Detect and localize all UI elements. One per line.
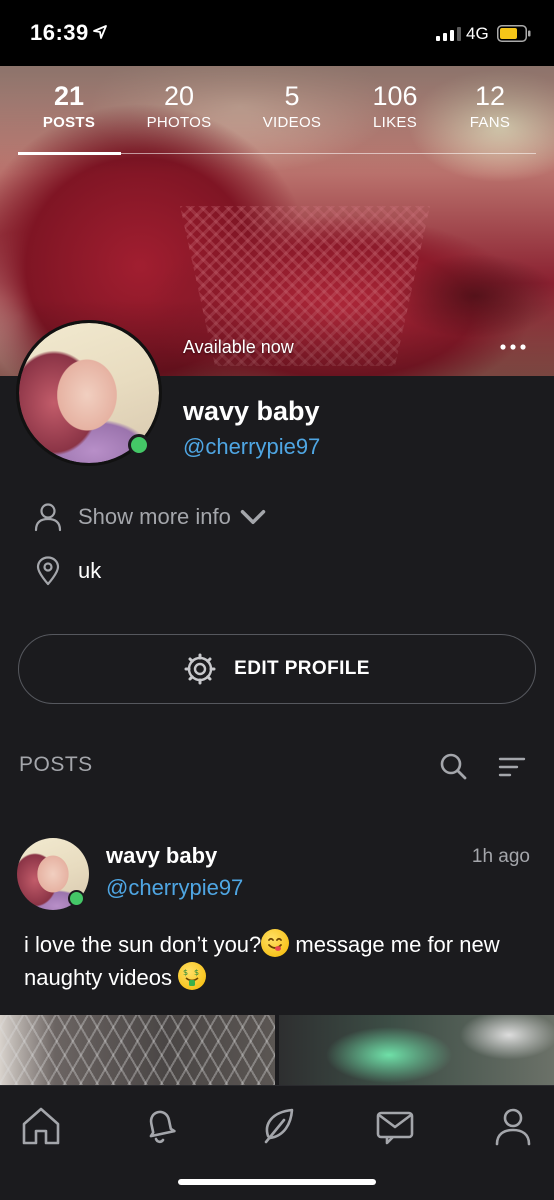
signal-icon xyxy=(436,27,461,41)
stat-value: 5 xyxy=(284,81,300,111)
profile-stats: 21 POSTS 20 PHOTOS 5 VIDEOS 106 LIKES 12… xyxy=(0,80,554,150)
stat-label: POSTS xyxy=(42,114,96,131)
profile-icon xyxy=(495,1108,531,1146)
stat-value: 21 xyxy=(53,81,85,111)
stat-value: 12 xyxy=(474,81,506,111)
online-indicator xyxy=(128,434,150,456)
yum-emoji-icon xyxy=(261,929,290,957)
post-author-handle[interactable]: @cherrypie97 xyxy=(106,875,243,901)
stats-active-indicator xyxy=(18,152,121,155)
battery-icon xyxy=(497,25,531,42)
chevron-down-icon xyxy=(240,510,266,524)
svg-text:$: $ xyxy=(194,968,199,977)
sort-filter-icon[interactable] xyxy=(498,755,526,779)
status-time: 16:39 xyxy=(30,20,89,45)
svg-text:$: $ xyxy=(183,968,188,977)
edit-profile-button[interactable]: EDIT PROFILE xyxy=(18,634,536,704)
location-row: uk xyxy=(34,556,101,586)
post-text: i love the sun don’t you? message me for… xyxy=(24,928,534,994)
post-author-name[interactable]: wavy baby xyxy=(106,843,217,869)
post-author-online-indicator xyxy=(68,890,85,907)
status-bar: 16:39 4G xyxy=(0,0,554,66)
location-arrow-icon xyxy=(93,25,107,39)
money-mouth-emoji-icon: $ $ xyxy=(178,962,207,990)
stat-videos[interactable]: 5 VIDEOS xyxy=(240,80,344,134)
stat-label: LIKES xyxy=(372,114,418,131)
stat-label: PHOTOS xyxy=(146,114,212,131)
show-more-info-label: Show more info xyxy=(78,504,231,529)
profile-handle[interactable]: @cherrypie97 xyxy=(183,434,320,460)
stat-label: VIDEOS xyxy=(262,114,322,131)
stat-likes[interactable]: 106 LIKES xyxy=(343,80,447,134)
post-media[interactable] xyxy=(0,1015,554,1085)
tab-home[interactable] xyxy=(19,1104,63,1148)
home-indicator[interactable] xyxy=(178,1179,376,1185)
gear-icon xyxy=(184,653,216,685)
stat-fans[interactable]: 12 FANS xyxy=(438,80,542,134)
post-text-part: i love the sun don’t you? xyxy=(24,932,262,957)
edit-profile-label: EDIT PROFILE xyxy=(234,658,370,679)
stat-label: FANS xyxy=(469,114,511,131)
search-icon[interactable] xyxy=(439,752,467,780)
location-text: uk xyxy=(78,558,102,583)
availability-status: Available now xyxy=(183,337,294,357)
feather-icon xyxy=(264,1108,294,1144)
tab-create[interactable] xyxy=(256,1104,300,1148)
stat-posts[interactable]: 21 POSTS xyxy=(17,80,121,134)
location-pin-icon xyxy=(36,556,60,586)
post-media-image[interactable] xyxy=(279,1015,554,1085)
display-name: wavy baby xyxy=(183,396,320,426)
stat-value: 106 xyxy=(372,81,418,111)
stat-value: 20 xyxy=(163,81,195,111)
tab-notifications[interactable] xyxy=(138,1104,182,1148)
post-timestamp: 1h ago xyxy=(471,846,530,867)
stat-photos[interactable]: 20 PHOTOS xyxy=(127,80,231,134)
post-media-image[interactable] xyxy=(0,1015,275,1085)
user-icon xyxy=(34,503,62,532)
network-type: 4G xyxy=(466,24,489,43)
tab-profile[interactable] xyxy=(491,1104,535,1148)
home-icon xyxy=(22,1107,60,1145)
message-icon xyxy=(376,1111,414,1145)
posts-section-title: POSTS xyxy=(19,753,93,776)
more-options-icon[interactable] xyxy=(500,344,526,350)
tab-messages[interactable] xyxy=(373,1104,417,1148)
bell-icon xyxy=(149,1110,176,1144)
show-more-info[interactable]: Show more info xyxy=(34,502,267,532)
